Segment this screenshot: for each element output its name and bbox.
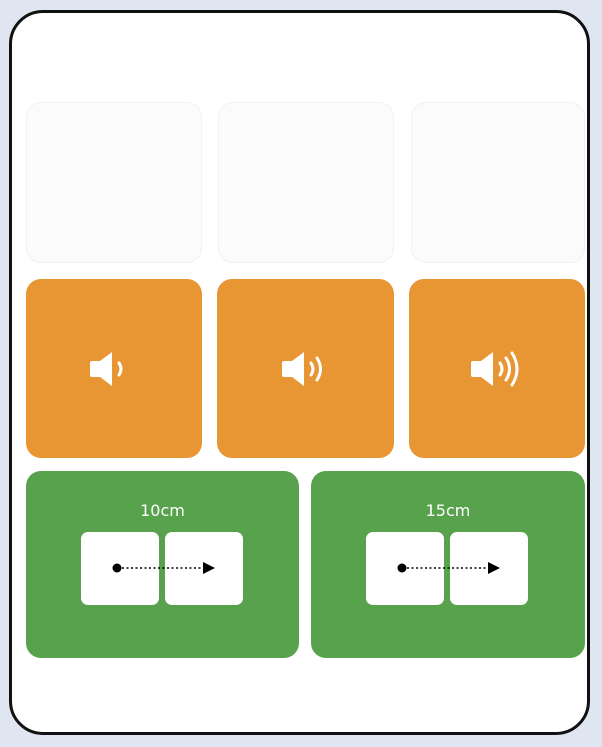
blank-tile-2[interactable] [218, 102, 394, 263]
sound-tile-medium[interactable] [217, 279, 394, 458]
distance-label: 10cm [140, 501, 185, 520]
sound-tile-high[interactable] [409, 279, 585, 458]
blank-tile-1[interactable] [26, 102, 202, 263]
distance-label: 15cm [425, 501, 471, 520]
distance-tile-10cm[interactable]: 10cm [26, 471, 299, 658]
speaker-low-volume-icon [90, 351, 123, 386]
speaker-medium-volume-icon [281, 351, 322, 386]
speaker-high-volume-icon [471, 351, 519, 386]
distance-tile-15cm[interactable]: 15cm [311, 471, 585, 658]
blank-tile-3[interactable] [411, 102, 585, 263]
device-frame: 10cm 15cm [9, 10, 590, 735]
dotted-arrow-icon [112, 562, 215, 574]
sound-tile-low[interactable] [26, 279, 202, 458]
dotted-arrow-icon [397, 562, 500, 574]
